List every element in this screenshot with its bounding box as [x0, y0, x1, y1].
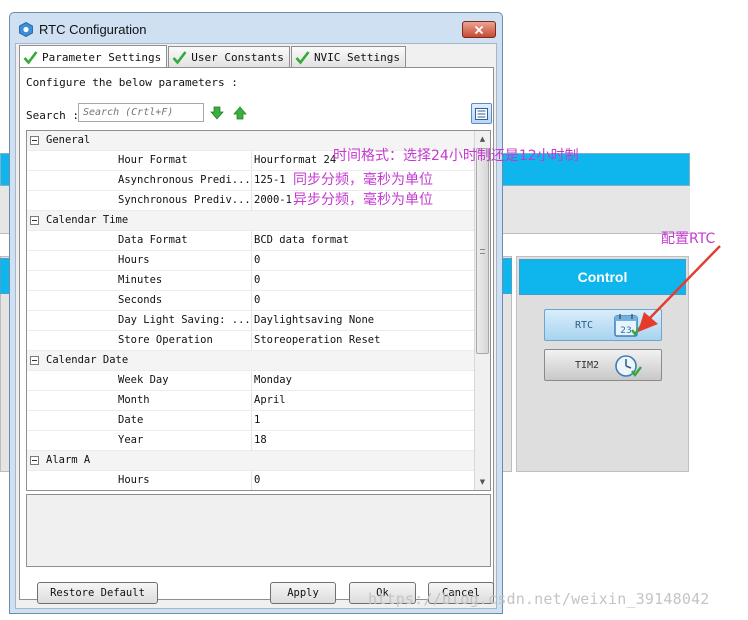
param-name: Hours [118, 474, 150, 486]
collapse-icon[interactable] [30, 136, 39, 145]
hour-format-annotation: 时间格式：选择24小时制还是12小时制 [333, 148, 579, 164]
apply-button[interactable]: Apply [270, 582, 336, 604]
group-title: Calendar Time [46, 214, 129, 226]
dialog-title: RTC Configuration [39, 21, 147, 37]
search-label: Search : [26, 109, 79, 122]
rtc-configuration-dialog: RTC Configuration Parameter Settings Use… [9, 12, 503, 614]
param-name: Seconds [118, 294, 163, 306]
group-calendar-date[interactable]: Calendar Date [27, 351, 476, 371]
scroll-thumb[interactable] [476, 148, 489, 354]
param-name: Year [118, 434, 144, 446]
param-row[interactable]: Hours 0 [27, 471, 476, 490]
param-name: Data Format [118, 234, 188, 246]
group-title: General [46, 134, 91, 146]
param-name: Date [118, 414, 144, 426]
tab-label: NVIC Settings [313, 51, 401, 64]
checkmark-icon [172, 51, 187, 65]
param-row[interactable]: Seconds 0 [27, 291, 476, 311]
dialog-client-area: Parameter Settings User Constants NVIC S… [15, 43, 497, 609]
restore-default-button[interactable]: Restore Default [37, 582, 158, 604]
close-icon [474, 25, 484, 34]
async-prescaler-annotation: 同步分频，毫秒为单位 [293, 172, 433, 188]
app-hexagon-icon [19, 21, 33, 37]
param-name: Month [118, 394, 150, 406]
group-title: Calendar Date [46, 354, 129, 366]
tim2-button[interactable]: TIM2 [544, 349, 662, 381]
group-calendar-time[interactable]: Calendar Time [27, 211, 476, 231]
param-name: Day Light Saving: ... [118, 314, 249, 326]
arrow-up-icon[interactable] [233, 106, 247, 120]
param-value[interactable]: 1 [251, 411, 476, 430]
param-name: Week Day [118, 374, 169, 386]
collapse-icon[interactable] [30, 216, 39, 225]
param-value[interactable]: BCD data format [251, 231, 476, 250]
description-box [26, 494, 491, 567]
param-value[interactable]: April [251, 391, 476, 410]
param-name: Hours [118, 254, 150, 266]
configure-label: Configure the below parameters : [26, 76, 238, 89]
param-name: Asynchronous Predi... [118, 174, 249, 186]
scroll-down-icon[interactable]: ▼ [475, 474, 490, 490]
grid-scrollbar[interactable]: ▲ ▼ [474, 131, 490, 490]
param-value[interactable]: 0 [251, 471, 476, 490]
param-name: Minutes [118, 274, 163, 286]
list-view-icon [475, 107, 488, 120]
tab-user-constants[interactable]: User Constants [168, 46, 290, 68]
param-value[interactable]: Daylightsaving None [251, 311, 476, 330]
group-title: Alarm A [46, 454, 91, 466]
param-row[interactable]: Hours 0 [27, 251, 476, 271]
param-row[interactable]: Day Light Saving: ... Daylightsaving Non… [27, 311, 476, 331]
list-view-button[interactable] [471, 103, 492, 124]
tab-parameter-settings[interactable]: Parameter Settings [19, 45, 168, 68]
sync-prescaler-annotation: 异步分频，毫秒为单位 [293, 192, 433, 208]
param-name: Store Operation [118, 334, 213, 346]
tab-bar: Parameter Settings User Constants NVIC S… [19, 45, 407, 68]
param-row[interactable]: Week Day Monday [27, 371, 476, 391]
param-value[interactable]: 18 [251, 431, 476, 450]
arrow-down-icon[interactable] [210, 106, 224, 120]
param-row[interactable]: Year 18 [27, 431, 476, 451]
param-value[interactable]: Monday [251, 371, 476, 390]
param-value[interactable]: 0 [251, 251, 476, 270]
collapse-icon[interactable] [30, 356, 39, 365]
group-alarm-a[interactable]: Alarm A [27, 451, 476, 471]
checkmark-icon [23, 50, 38, 65]
param-name: Synchronous Prediv... [118, 194, 249, 206]
close-button[interactable] [462, 21, 496, 38]
param-name: Hour Format [118, 154, 188, 166]
param-row[interactable]: Store Operation Storeoperation Reset [27, 331, 476, 351]
red-arrow-icon [638, 245, 721, 332]
search-input[interactable] [78, 103, 204, 122]
tab-label: User Constants [191, 51, 284, 64]
param-row[interactable]: Data Format BCD data format [27, 231, 476, 251]
collapse-icon[interactable] [30, 456, 39, 465]
watermark: https://blog.csdn.net/weixin_39148042 [368, 590, 710, 608]
tab-nvic-settings[interactable]: NVIC Settings [290, 46, 407, 68]
param-row[interactable]: Month April [27, 391, 476, 411]
param-value[interactable]: 0 [251, 291, 476, 310]
tab-label: Parameter Settings [42, 50, 162, 64]
param-row[interactable]: Minutes 0 [27, 271, 476, 291]
clock-icon [615, 355, 642, 377]
tim2-button-label: TIM2 [575, 359, 600, 371]
dialog-titlebar[interactable]: RTC Configuration [10, 13, 502, 45]
rtc-button-label: RTC [575, 319, 594, 331]
param-value[interactable]: 0 [251, 271, 476, 290]
param-row[interactable]: Date 1 [27, 411, 476, 431]
checkmark-icon [295, 51, 310, 65]
param-value[interactable]: Storeoperation Reset [251, 331, 476, 350]
